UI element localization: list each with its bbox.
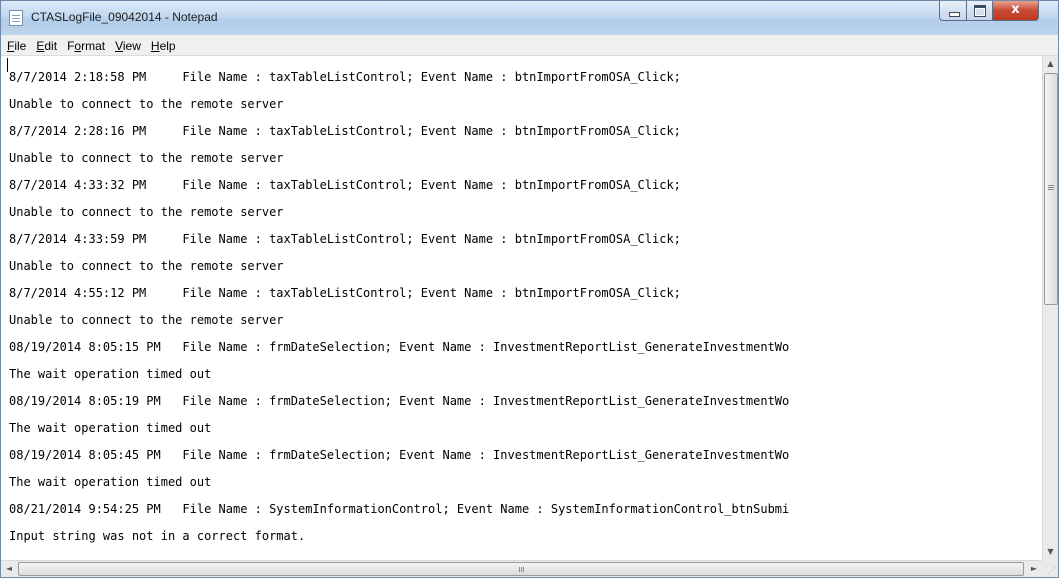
scroll-right-icon[interactable]: ► <box>1026 561 1042 577</box>
log-line: Input string was not in a correct format… <box>9 529 306 543</box>
vertical-scroll-thumb[interactable] <box>1044 73 1058 305</box>
menu-view[interactable]: View <box>110 36 146 56</box>
log-line: Unable to connect to the remote server <box>9 259 284 273</box>
title-bar[interactable]: CTASLogFile_09042014 - Notepad x <box>1 1 1058 35</box>
log-line: 8/7/2014 2:28:16 PM File Name : taxTable… <box>9 124 681 138</box>
log-line: The wait operation timed out <box>9 475 212 489</box>
log-line: 08/19/2014 8:05:19 PM File Name : frmDat… <box>9 394 790 408</box>
maximize-icon <box>974 5 986 17</box>
menu-format-accel: o <box>74 39 82 53</box>
notepad-window: CTASLogFile_09042014 - Notepad x File Edi… <box>0 0 1059 578</box>
menu-format[interactable]: Format <box>62 36 110 56</box>
menu-edit-accel: E <box>36 39 45 53</box>
scroll-up-icon[interactable]: ▲ <box>1043 56 1058 72</box>
log-line: Unable to connect to the remote server <box>9 151 284 165</box>
notepad-icon[interactable] <box>9 10 23 26</box>
window-title: CTASLogFile_09042014 - Notepad <box>31 10 218 24</box>
text-editor[interactable]: 8/7/2014 2:18:58 PM File Name : taxTable… <box>1 56 1042 560</box>
close-button[interactable]: x <box>992 1 1039 21</box>
menu-file[interactable]: File <box>1 36 31 56</box>
log-line: 08/19/2014 8:05:45 PM File Name : frmDat… <box>9 448 790 462</box>
log-line: 08/19/2014 8:05:15 PM File Name : frmDat… <box>9 340 790 354</box>
grip-icon <box>519 567 520 572</box>
vertical-scrollbar[interactable]: ▲ ▼ <box>1042 56 1058 560</box>
scroll-left-icon[interactable]: ◄ <box>1 561 17 577</box>
log-line: 8/7/2014 4:55:12 PM File Name : taxTable… <box>9 286 681 300</box>
maximize-button[interactable] <box>966 1 993 21</box>
menu-bar: File Edit Format View Help <box>1 35 1058 56</box>
menu-edit[interactable]: Edit <box>31 36 62 56</box>
horizontal-scroll-thumb[interactable] <box>18 562 1024 576</box>
text-caret <box>7 58 8 72</box>
log-line: Unable to connect to the remote server <box>9 205 284 219</box>
log-line: 8/7/2014 2:18:58 PM File Name : taxTable… <box>9 70 681 84</box>
grip-icon <box>1048 185 1054 186</box>
log-line: Unable to connect to the remote server <box>9 313 284 327</box>
menu-help-accel: H <box>150 39 160 53</box>
resize-grip[interactable]: ⋰ <box>1042 560 1058 577</box>
log-line: 8/7/2014 4:33:32 PM File Name : taxTable… <box>9 178 681 192</box>
menu-file-accel: F <box>7 39 15 53</box>
log-line: The wait operation timed out <box>9 367 212 381</box>
log-line: 8/7/2014 4:33:59 PM File Name : taxTable… <box>9 232 681 246</box>
minimize-button[interactable] <box>939 1 967 21</box>
log-line: 08/21/2014 9:54:25 PM File Name : System… <box>9 502 790 516</box>
document-lines: 8/7/2014 2:18:58 PM File Name : taxTable… <box>9 64 789 550</box>
horizontal-scrollbar[interactable]: ◄ ► <box>1 560 1042 577</box>
close-icon: x <box>1011 2 1020 17</box>
menu-help[interactable]: Help <box>146 36 181 56</box>
scroll-down-icon[interactable]: ▼ <box>1043 544 1058 560</box>
resize-grip-icon: ⋰ <box>1048 566 1056 575</box>
menu-view-accel: V <box>115 39 123 53</box>
log-line: The wait operation timed out <box>9 421 212 435</box>
minimize-icon <box>949 12 960 17</box>
log-line: Unable to connect to the remote server <box>9 97 284 111</box>
